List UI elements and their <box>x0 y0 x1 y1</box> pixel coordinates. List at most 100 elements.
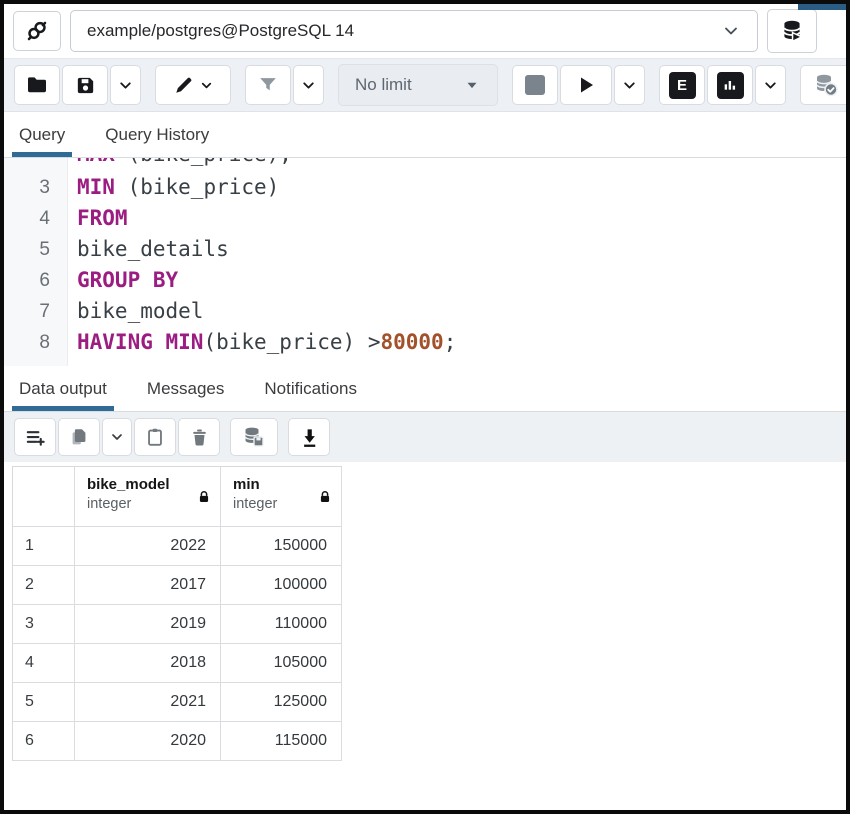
value-cell[interactable]: 100000 <box>221 566 342 605</box>
pgadmin-query-tool-window: example/postgres@PostgreSQL 14 <box>0 0 850 814</box>
value-cell[interactable]: 115000 <box>221 722 342 761</box>
floppy-save-icon <box>74 74 97 97</box>
save-file-button[interactable] <box>62 65 108 105</box>
table-row: 42018105000 <box>13 644 342 683</box>
chevron-down-icon <box>300 77 317 94</box>
sql-token-id: bike_model <box>77 299 203 323</box>
filter-button[interactable] <box>245 65 291 105</box>
row-limit-value: No limit <box>355 75 412 95</box>
sql-token-id: bike_details <box>77 237 229 261</box>
lock-icon <box>318 489 332 504</box>
delete-row-button[interactable] <box>178 418 220 456</box>
sql-token-kw: GROUP BY <box>77 268 178 292</box>
database-save-icon <box>241 424 267 450</box>
value-cell[interactable]: 2017 <box>75 566 221 605</box>
explain-options-dropdown-button[interactable] <box>755 65 786 105</box>
row-number-cell[interactable]: 1 <box>13 527 75 566</box>
sql-editor[interactable]: 345678 MAX (bike_price), MIN (bike_price… <box>4 158 846 366</box>
connection-dropdown[interactable]: example/postgres@PostgreSQL 14 <box>70 10 758 52</box>
table-row: 12022150000 <box>13 527 342 566</box>
value-cell[interactable]: 2021 <box>75 683 221 722</box>
sql-token-num: 80000 <box>380 330 443 354</box>
row-number-cell[interactable]: 4 <box>13 644 75 683</box>
chevron-down-icon <box>721 21 741 41</box>
column-header-bike-model[interactable]: bike_model integer <box>75 467 221 527</box>
filter-options-dropdown-button[interactable] <box>293 65 324 105</box>
value-cell[interactable]: 2019 <box>75 605 221 644</box>
sql-code-line[interactable]: FROM <box>77 203 846 234</box>
query-tabstrip: Query Query History <box>4 112 846 158</box>
save-data-changes-button[interactable] <box>230 418 278 456</box>
filter-funnel-icon <box>257 74 279 96</box>
sql-code-line[interactable]: bike_model <box>77 296 846 327</box>
value-cell[interactable]: 2020 <box>75 722 221 761</box>
connection-status-button[interactable] <box>13 11 61 51</box>
row-number-cell[interactable]: 5 <box>13 683 75 722</box>
edit-menu-button[interactable] <box>155 65 231 105</box>
paste-button[interactable] <box>134 418 176 456</box>
select-all-corner[interactable] <box>13 467 75 527</box>
database-commit-icon <box>812 71 840 99</box>
trash-icon <box>189 427 210 448</box>
download-results-button[interactable] <box>288 418 330 456</box>
sql-token-id <box>153 330 166 354</box>
value-cell[interactable]: 125000 <box>221 683 342 722</box>
line-number: 7 <box>4 296 67 327</box>
filter-group <box>245 65 324 105</box>
chevron-down-icon <box>117 77 134 94</box>
sql-code-area[interactable]: MAX (bike_price), MIN (bike_price)FROM bi… <box>68 158 846 366</box>
row-limit-select[interactable]: No limit <box>338 64 498 106</box>
explain-letter-badge: E <box>669 72 696 99</box>
column-header-min[interactable]: min integer <box>221 467 342 527</box>
grid-header-row: bike_model integer min integer <box>13 467 342 527</box>
connection-bar: example/postgres@PostgreSQL 14 <box>4 4 846 58</box>
row-number-cell[interactable]: 2 <box>13 566 75 605</box>
execute-options-dropdown-button[interactable] <box>614 65 645 105</box>
results-toolbar <box>4 412 846 462</box>
open-file-button[interactable] <box>14 65 60 105</box>
line-number-gutter: 345678 <box>4 158 68 366</box>
copy-options-dropdown-button[interactable] <box>102 418 132 456</box>
execute-button[interactable] <box>560 65 612 105</box>
value-cell[interactable]: 150000 <box>221 527 342 566</box>
add-row-icon <box>24 426 47 449</box>
lock-icon <box>197 489 211 504</box>
folder-icon <box>25 73 49 97</box>
value-cell[interactable]: 105000 <box>221 644 342 683</box>
add-row-button[interactable] <box>14 418 56 456</box>
sql-token-kw: HAVING <box>77 330 153 354</box>
commit-button[interactable] <box>800 65 850 105</box>
line-number: 5 <box>4 234 67 265</box>
sql-token-id: (bike_price), <box>115 158 292 166</box>
play-icon <box>574 73 598 97</box>
copy-button[interactable] <box>58 418 100 456</box>
table-row: 22017100000 <box>13 566 342 605</box>
file-group <box>14 65 141 105</box>
paste-clipboard-icon <box>144 426 166 448</box>
tab-notifications[interactable]: Notifications <box>257 366 364 411</box>
row-number-cell[interactable]: 6 <box>13 722 75 761</box>
copy-icon <box>68 426 90 448</box>
tab-query[interactable]: Query <box>12 112 72 157</box>
results-grid: bike_model integer min integer 120221500… <box>12 466 342 761</box>
stop-button[interactable] <box>512 65 558 105</box>
clipped-code-line: MAX (bike_price), <box>77 158 846 172</box>
value-cell[interactable]: 110000 <box>221 605 342 644</box>
explain-analyze-button[interactable] <box>707 65 753 105</box>
sql-code-line[interactable]: bike_details <box>77 234 846 265</box>
transaction-group <box>800 65 850 105</box>
row-number-cell[interactable]: 3 <box>13 605 75 644</box>
explain-button[interactable]: E <box>659 65 705 105</box>
sql-code-line[interactable]: GROUP BY <box>77 265 846 296</box>
value-cell[interactable]: 2022 <box>75 527 221 566</box>
tab-messages[interactable]: Messages <box>140 366 231 411</box>
chevron-down-icon <box>199 78 214 93</box>
value-cell[interactable]: 2018 <box>75 644 221 683</box>
tab-query-history[interactable]: Query History <box>98 112 216 157</box>
table-row: 62020115000 <box>13 722 342 761</box>
tab-data-output[interactable]: Data output <box>12 366 114 411</box>
sql-code-line[interactable]: HAVING MIN(bike_price) >80000; <box>77 327 846 358</box>
save-options-dropdown-button[interactable] <box>110 65 141 105</box>
sql-code-line[interactable]: MIN (bike_price) <box>77 172 846 203</box>
new-connection-button[interactable] <box>767 9 817 53</box>
